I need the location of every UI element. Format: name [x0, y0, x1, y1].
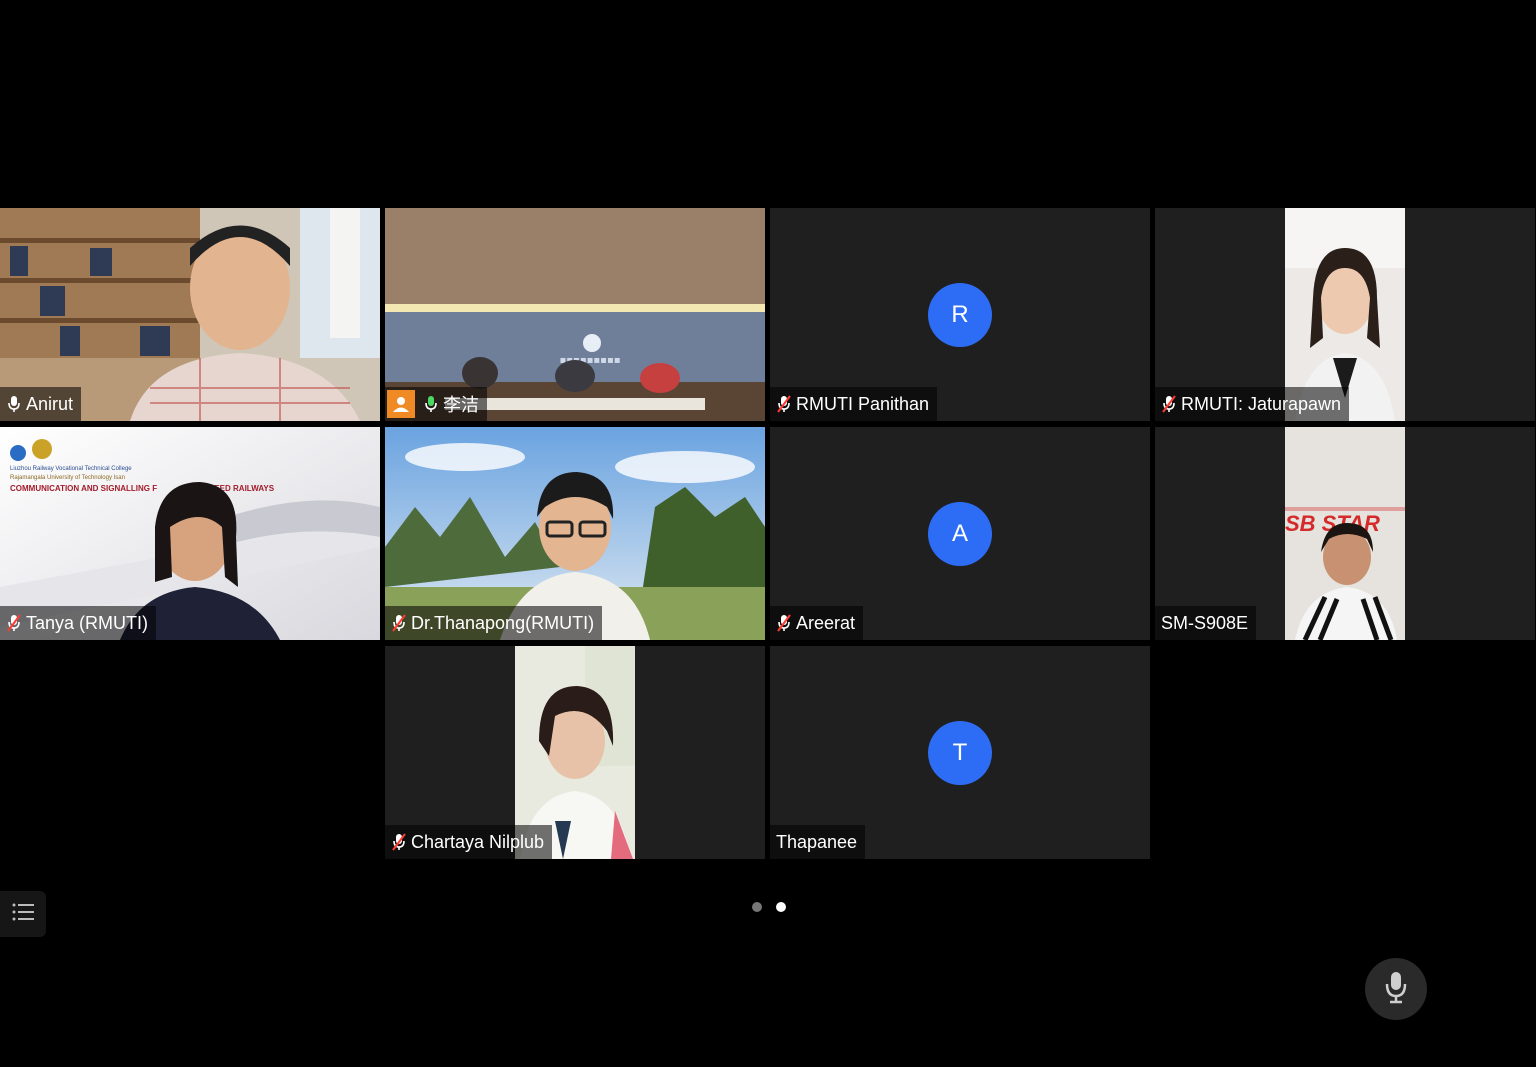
video-tile-areerat[interactable]: A Areerat: [770, 427, 1150, 640]
participant-name-tag: SM-S908E: [1155, 606, 1257, 640]
participant-name: RMUTI Panithan: [796, 393, 930, 414]
participant-name-tag: Chartaya Nilplub: [385, 825, 553, 859]
participant-name-tag: Dr.Thanapong(RMUTI): [385, 606, 603, 640]
microphone-icon: [6, 395, 22, 413]
participant-name-tag: Thapanee: [770, 825, 866, 859]
participant-name-tag: Areerat: [770, 606, 864, 640]
video-tile-rmuti-panithan[interactable]: R RMUTI Panithan: [770, 208, 1150, 421]
participant-name-tag: Anirut: [0, 387, 82, 421]
microphone-muted-icon: [391, 833, 407, 851]
video-tile-anirut[interactable]: Anirut: [0, 208, 380, 421]
microphone-muted-icon: [776, 395, 792, 413]
participant-name: Anirut: [26, 393, 74, 414]
microphone-muted-icon: [1161, 395, 1177, 413]
video-tile-tanya[interactable]: Liuzhou Railway Vocational Technical Col…: [0, 427, 380, 640]
participant-name: RMUTI: Jaturapawn: [1181, 393, 1342, 414]
video-feed: SB STAR: [1285, 427, 1405, 640]
microphone-muted-icon: [391, 614, 407, 632]
participant-name: Dr.Thanapong(RMUTI): [411, 612, 595, 633]
microphone-icon: [1383, 970, 1409, 1009]
participant-name-tag: 李洁: [385, 387, 487, 421]
participant-name: Chartaya Nilplub: [411, 831, 545, 852]
avatar: T: [928, 720, 992, 785]
slide-title-left: COMMUNICATION AND SIGNALLING F: [10, 484, 157, 493]
avatar: R: [928, 282, 992, 347]
page-indicator[interactable]: [752, 902, 786, 912]
video-tile-sm-s908e[interactable]: SB STAR SM-S908E: [1155, 427, 1535, 640]
participant-name: 李洁: [443, 395, 479, 415]
avatar: A: [928, 501, 992, 566]
participant-name-tag: Tanya (RMUTI): [0, 606, 157, 640]
slide-college-text: Liuzhou Railway Vocational Technical Col…: [10, 466, 132, 472]
page-dot-2[interactable]: [776, 902, 786, 912]
video-tile-rmuti-jaturapawn[interactable]: RMUTI: Jaturapawn: [1155, 208, 1535, 421]
participants-list-button[interactable]: [0, 891, 46, 937]
participant-name: Thapanee: [776, 831, 858, 852]
person-icon: [387, 390, 415, 418]
participant-name: Tanya (RMUTI): [26, 612, 149, 633]
video-tile-chartaya[interactable]: Chartaya Nilplub: [385, 646, 765, 859]
participant-name-tag: RMUTI: Jaturapawn: [1155, 387, 1350, 421]
participant-name: SM-S908E: [1161, 612, 1249, 633]
video-tile-li-jie[interactable]: ▪▪▪▪▪▪▪▪▪ 李洁: [385, 208, 765, 421]
microphone-button[interactable]: [1365, 958, 1427, 1020]
slide-university-text: Rajamangala University of Technology Isa…: [10, 475, 125, 481]
video-tile-dr-thanapong[interactable]: Dr.Thanapong(RMUTI): [385, 427, 765, 640]
microphone-muted-icon: [6, 614, 22, 632]
participant-name-tag: RMUTI Panithan: [770, 387, 938, 421]
participant-name: Areerat: [796, 612, 856, 633]
video-tile-thapanee[interactable]: T Thapanee: [770, 646, 1150, 859]
microphone-muted-icon: [776, 614, 792, 632]
list-icon: [12, 903, 34, 926]
page-dot-1[interactable]: [752, 902, 762, 912]
microphone-icon: [423, 395, 439, 413]
